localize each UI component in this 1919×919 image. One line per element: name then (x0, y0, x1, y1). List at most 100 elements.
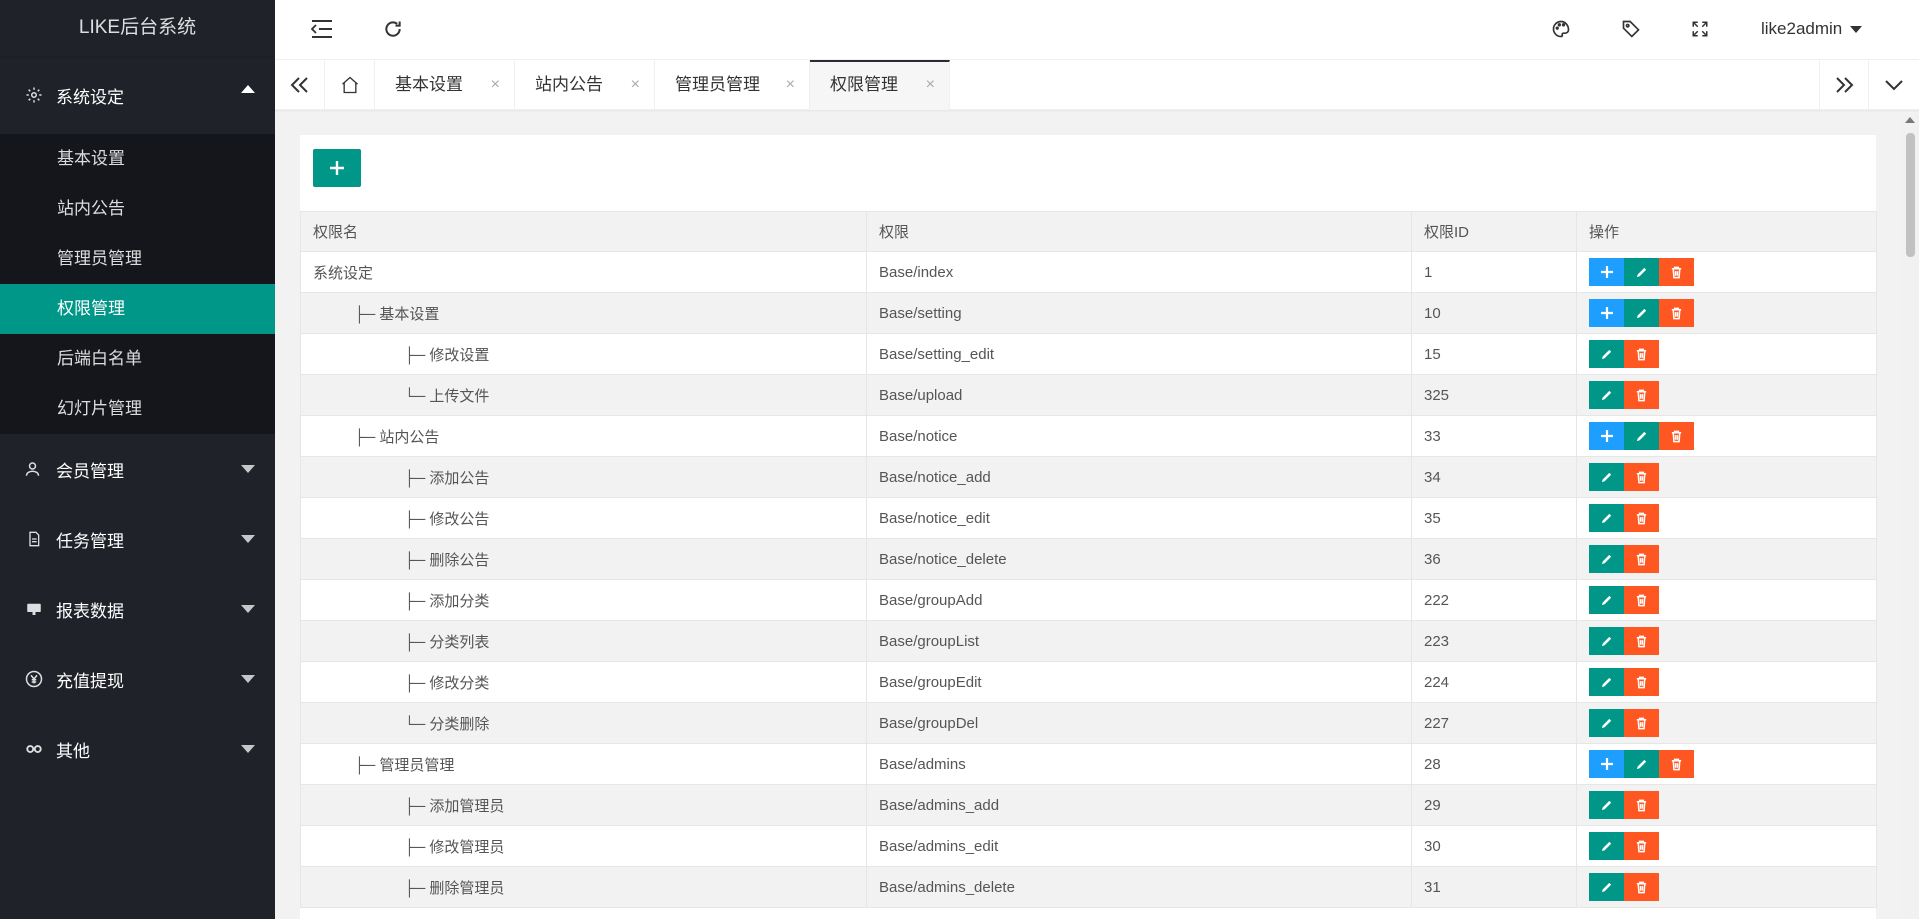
delete-button[interactable] (1624, 832, 1659, 860)
cell-ops (1576, 620, 1877, 662)
nav-head-tasks[interactable]: 任务管理 (0, 504, 275, 574)
table-row: ├─ 基本设置 Base/setting 10 (300, 292, 1877, 334)
sidebar-item-slides[interactable]: 幻灯片管理 (0, 384, 275, 434)
delete-button[interactable] (1659, 258, 1694, 286)
tab-permissions[interactable]: 权限管理 × (810, 60, 950, 110)
pencil-icon (1600, 512, 1613, 525)
trash-icon (1635, 840, 1648, 853)
table-row: ├─ 修改公告 Base/notice_edit 35 (300, 497, 1877, 539)
sidebar-item-permissions[interactable]: 权限管理 (0, 284, 275, 334)
refresh-icon[interactable] (378, 14, 408, 44)
add-child-button[interactable] (1589, 258, 1624, 286)
trash-icon (1635, 594, 1648, 607)
edit-button[interactable] (1589, 340, 1624, 368)
nav-head-members[interactable]: 会员管理 (0, 434, 275, 504)
cell-name: └─ 上传文件 (300, 374, 867, 416)
palette-icon[interactable] (1546, 14, 1576, 44)
tab-menu-chevron-down-icon[interactable] (1869, 60, 1919, 110)
edit-button[interactable] (1624, 422, 1659, 450)
cell-perm: Base/setting (866, 292, 1412, 334)
edit-button[interactable] (1589, 586, 1624, 614)
scrollbar-thumb[interactable] (1906, 133, 1915, 257)
cell-ops (1576, 661, 1877, 703)
sidebar-item-whitelist[interactable]: 后端白名单 (0, 334, 275, 384)
user-menu[interactable]: like2admin (1761, 0, 1863, 58)
pencil-icon (1600, 840, 1613, 853)
menu-toggle-icon[interactable] (307, 14, 337, 44)
col-header-name: 权限名 (300, 211, 867, 252)
edit-button[interactable] (1589, 463, 1624, 491)
edit-button[interactable] (1589, 381, 1624, 409)
delete-button[interactable] (1624, 340, 1659, 368)
delete-button[interactable] (1659, 299, 1694, 327)
delete-button[interactable] (1624, 545, 1659, 573)
delete-button[interactable] (1624, 504, 1659, 532)
sidebar-item-basic-settings[interactable]: 基本设置 (0, 134, 275, 184)
close-icon[interactable]: × (631, 60, 640, 110)
edit-button[interactable] (1589, 709, 1624, 737)
col-header-id: 权限ID (1411, 211, 1577, 252)
delete-button[interactable] (1624, 873, 1659, 901)
delete-button[interactable] (1624, 709, 1659, 737)
edit-button[interactable] (1589, 545, 1624, 573)
delete-button[interactable] (1624, 668, 1659, 696)
delete-button[interactable] (1624, 627, 1659, 655)
close-icon[interactable]: × (926, 62, 935, 108)
cell-perm: Base/groupAdd (866, 579, 1412, 621)
cell-id: 227 (1411, 702, 1577, 744)
tab-scroll-right-icon[interactable] (1819, 60, 1869, 110)
edit-button[interactable] (1624, 258, 1659, 286)
delete-button[interactable] (1624, 586, 1659, 614)
cell-ops (1576, 702, 1877, 744)
edit-button[interactable] (1624, 750, 1659, 778)
add-permission-button[interactable] (313, 149, 361, 187)
delete-button[interactable] (1659, 422, 1694, 450)
edit-button[interactable] (1589, 791, 1624, 819)
tab-label: 权限管理 (830, 75, 898, 94)
tab-notice[interactable]: 站内公告 × (515, 60, 655, 110)
tab-scroll-left-icon[interactable] (275, 60, 325, 110)
edit-button[interactable] (1589, 873, 1624, 901)
delete-button[interactable] (1624, 381, 1659, 409)
app-logo[interactable]: LIKE后台系统 (0, 0, 275, 56)
cell-id: 36 (1411, 538, 1577, 580)
cell-ops (1576, 415, 1877, 457)
plus-icon (1600, 265, 1614, 279)
nav-head-recharge[interactable]: 充值提现 (0, 644, 275, 714)
fullscreen-icon[interactable] (1685, 14, 1715, 44)
edit-button[interactable] (1589, 627, 1624, 655)
table-row: ├─ 修改设置 Base/setting_edit 15 (300, 333, 1877, 375)
nav-head-other[interactable]: 其他 (0, 714, 275, 784)
nav-head-system[interactable]: 系统设定 (0, 56, 275, 134)
plus-icon (1600, 429, 1614, 443)
edit-button[interactable] (1589, 668, 1624, 696)
scroll-up-icon[interactable] (1905, 117, 1915, 123)
sidebar-item-notice[interactable]: 站内公告 (0, 184, 275, 234)
tab-admins[interactable]: 管理员管理 × (655, 60, 810, 110)
nav-head-reports[interactable]: 报表数据 (0, 574, 275, 644)
pencil-icon (1600, 881, 1613, 894)
cell-ops (1576, 743, 1877, 785)
edit-button[interactable] (1589, 504, 1624, 532)
trash-icon (1635, 881, 1648, 894)
table-body: 系统设定 Base/index 1 ├─ 基本设置 Base/setting 10 ├─ 修… (300, 251, 1877, 908)
tab-basic-settings[interactable]: 基本设置 × (375, 60, 515, 110)
add-child-button[interactable] (1589, 422, 1624, 450)
cell-id: 10 (1411, 292, 1577, 334)
delete-button[interactable] (1624, 463, 1659, 491)
close-icon[interactable]: × (786, 60, 795, 110)
sidebar-item-admins[interactable]: 管理员管理 (0, 234, 275, 284)
cell-ops (1576, 497, 1877, 539)
add-child-button[interactable] (1589, 299, 1624, 327)
edit-button[interactable] (1624, 299, 1659, 327)
home-icon[interactable] (325, 60, 375, 110)
add-child-button[interactable] (1589, 750, 1624, 778)
pencil-icon (1600, 553, 1613, 566)
sidebar: LIKE后台系统 系统设定 基本设置 站内公告 管理员管理 权限管理 后端白名单… (0, 0, 275, 919)
tag-icon[interactable] (1616, 14, 1646, 44)
edit-button[interactable] (1589, 832, 1624, 860)
delete-button[interactable] (1659, 750, 1694, 778)
cell-name: ├─ 添加公告 (300, 456, 867, 498)
delete-button[interactable] (1624, 791, 1659, 819)
close-icon[interactable]: × (491, 60, 500, 110)
